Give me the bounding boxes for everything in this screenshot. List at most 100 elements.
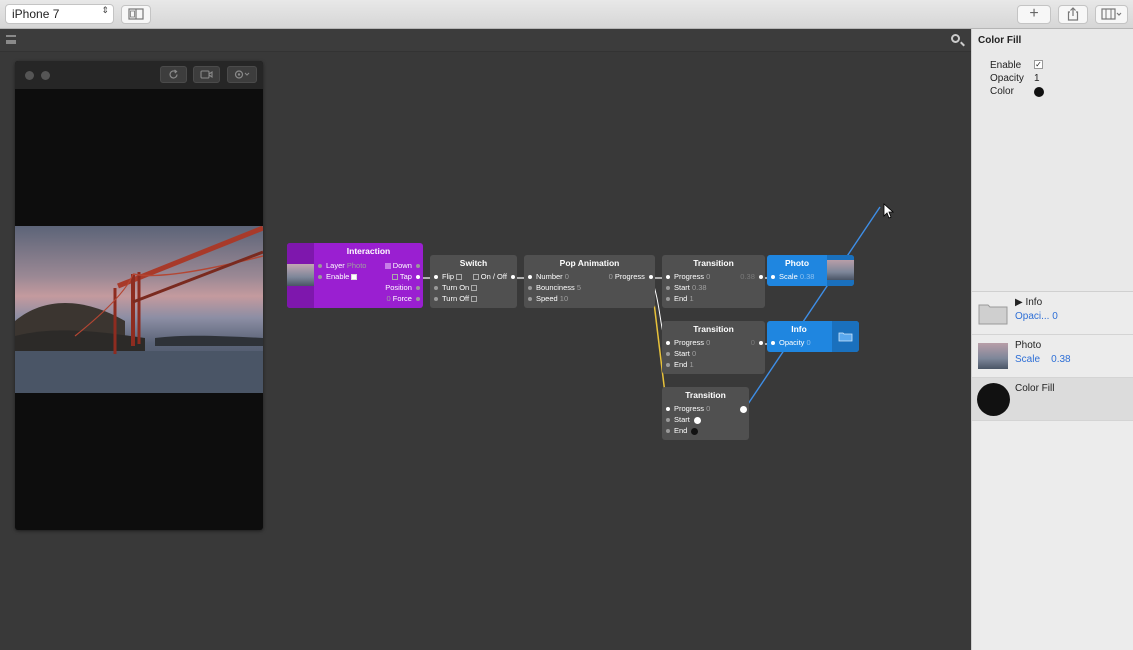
- layer-row-info[interactable]: ▶ Info Opaci... 0: [972, 292, 1133, 335]
- info-thumb: [832, 321, 859, 352]
- interaction-down-port[interactable]: Down: [383, 261, 420, 271]
- info-layer-patch[interactable]: Info Opacity 0: [767, 321, 859, 352]
- transition-2-end-port[interactable]: End 1: [666, 360, 694, 370]
- panel-layout-icon: [1100, 8, 1121, 20]
- opacity-label: Opacity: [990, 73, 1024, 84]
- color-label: Color: [990, 86, 1014, 97]
- transition-2-title: Transition: [693, 324, 734, 334]
- transition-3-end-port[interactable]: End: [666, 426, 699, 436]
- transition-1-end-port[interactable]: End 1: [666, 294, 694, 304]
- transition-1-start-port[interactable]: Start 0.38: [666, 283, 707, 293]
- viewer-titlebar: [15, 61, 263, 89]
- interaction-enable-port[interactable]: Enable: [318, 272, 359, 282]
- end-color-swatch[interactable]: [691, 427, 699, 435]
- bridge-illustration: [15, 226, 263, 393]
- interaction-title: Interaction: [346, 246, 391, 256]
- layers-list: ▶ Info Opaci... 0 Photo Scale 0.38 Color…: [972, 291, 1133, 650]
- pop-animation-title: Pop Animation: [559, 258, 620, 268]
- interaction-patch[interactable]: Interaction Layer Photo Enable Down Tap …: [287, 243, 423, 308]
- pop-number-port[interactable]: Number 0: [528, 272, 569, 282]
- layer-row-color-fill[interactable]: Color Fill: [972, 378, 1133, 421]
- layer-name-info: ▶ Info: [1015, 297, 1043, 308]
- photo-thumb: [827, 255, 854, 286]
- transition-2-output-port[interactable]: 0: [751, 338, 763, 348]
- pop-animation-patch[interactable]: Pop Animation Number 0 Bounciness 5 Spee…: [524, 255, 655, 308]
- transition-1-title: Transition: [693, 258, 734, 268]
- info-opacity-port[interactable]: Opacity 0: [771, 338, 811, 348]
- device-select-value: iPhone 7: [12, 7, 60, 21]
- close-dot-icon[interactable]: [25, 71, 34, 80]
- transition-3-output-port[interactable]: [740, 404, 747, 414]
- transition-2-progress-port[interactable]: Progress 0: [666, 338, 710, 348]
- search-icon[interactable]: [951, 34, 960, 43]
- photo-layer-title: Photo: [784, 258, 810, 268]
- start-color-swatch[interactable]: [693, 416, 701, 424]
- switch-flip-port[interactable]: Flip: [434, 272, 464, 282]
- pop-bounciness-port[interactable]: Bounciness 5: [528, 283, 581, 293]
- link-dragging: [743, 206, 881, 411]
- viewer-settings-button[interactable]: [227, 66, 257, 83]
- panel-layout-button[interactable]: [1095, 5, 1128, 24]
- layer-prop-photo[interactable]: Scale 0.38: [1015, 354, 1071, 365]
- canvas-header: [0, 29, 971, 52]
- enable-checkbox[interactable]: ✓: [1034, 60, 1043, 69]
- photo-layer-patch[interactable]: Photo Scale 0.38: [767, 255, 854, 286]
- pop-speed-port[interactable]: Speed 10: [528, 294, 568, 304]
- transition-3-start-port[interactable]: Start: [666, 415, 701, 425]
- interaction-force-port[interactable]: 0 Force: [386, 294, 420, 304]
- refresh-icon: [169, 69, 178, 79]
- disclosure-triangle-icon[interactable]: ▶: [1015, 297, 1025, 308]
- layer-row-photo[interactable]: Photo Scale 0.38: [972, 335, 1133, 378]
- folder-icon: [978, 304, 1008, 325]
- switch-title: Switch: [459, 258, 488, 268]
- color-swatch[interactable]: [1034, 87, 1044, 97]
- interaction-tap-port[interactable]: Tap: [390, 272, 420, 282]
- layer-name-color-fill: Color Fill: [1015, 383, 1055, 394]
- golden-gate-photo: [15, 226, 263, 393]
- layer-name-photo: Photo: [1015, 340, 1042, 351]
- video-camera-icon: [200, 70, 213, 79]
- transition-patch-3[interactable]: Transition Progress 0 Start End: [662, 387, 749, 440]
- enable-label: Enable: [990, 60, 1022, 71]
- transition-3-progress-port[interactable]: Progress 0: [666, 404, 710, 414]
- plus-icon: +: [1029, 5, 1039, 22]
- transition-1-output-port[interactable]: 0.38: [740, 272, 763, 282]
- viewer-window: [15, 61, 263, 530]
- inspector-title: Color Fill: [978, 35, 1022, 46]
- mouse-cursor-icon: [883, 203, 895, 219]
- pop-progress-port[interactable]: 0 Progress: [609, 272, 653, 282]
- opacity-value[interactable]: 1: [1034, 73, 1040, 84]
- transition-patch-2[interactable]: Transition Progress 0 Start 0 End 1 0: [662, 321, 765, 374]
- interaction-thumb: [287, 243, 314, 308]
- minimize-dot-icon[interactable]: [41, 71, 50, 80]
- patch-editor-canvas[interactable]: Interaction Layer Photo Enable Down Tap …: [0, 29, 971, 650]
- record-button[interactable]: [193, 66, 220, 83]
- photo-thumbnail: [978, 343, 1008, 369]
- color-fill-thumbnail: [977, 383, 1010, 416]
- device-select[interactable]: iPhone 7 ⇕: [5, 4, 114, 24]
- info-layer-title: Info: [791, 324, 807, 334]
- photo-scale-port[interactable]: Scale 0.38: [771, 272, 814, 282]
- inspector-panel: Color Fill Enable ✓ Opacity 1 Color ▶ In…: [971, 29, 1133, 650]
- interaction-layer-port[interactable]: Layer Photo: [318, 261, 366, 271]
- switch-turnon-port[interactable]: Turn On: [434, 283, 479, 293]
- menu-icon[interactable]: [6, 35, 16, 44]
- switch-turnoff-port[interactable]: Turn Off: [434, 294, 479, 304]
- switch-onoff-port[interactable]: On / Off: [471, 272, 515, 282]
- transition-patch-1[interactable]: Transition Progress 0 Start 0.38 End 1 0…: [662, 255, 765, 308]
- share-icon: [1067, 7, 1079, 21]
- transition-2-start-port[interactable]: Start 0: [666, 349, 696, 359]
- refresh-button[interactable]: [160, 66, 187, 83]
- add-button[interactable]: +: [1017, 5, 1051, 24]
- split-view-icon: [128, 8, 144, 20]
- layer-prop-info[interactable]: Opaci... 0: [1015, 311, 1058, 322]
- gear-icon: [234, 70, 250, 79]
- toolbar: iPhone 7 ⇕ +: [0, 0, 1133, 29]
- transition-1-progress-port[interactable]: Progress 0: [666, 272, 710, 282]
- transition-3-title: Transition: [685, 390, 726, 400]
- split-view-button[interactable]: [121, 5, 151, 24]
- interaction-position-port[interactable]: Position: [385, 283, 420, 293]
- switch-patch[interactable]: Switch Flip Turn On Turn Off On / Off: [430, 255, 517, 308]
- enable-checkbox[interactable]: [351, 274, 358, 281]
- share-button[interactable]: [1058, 5, 1088, 24]
